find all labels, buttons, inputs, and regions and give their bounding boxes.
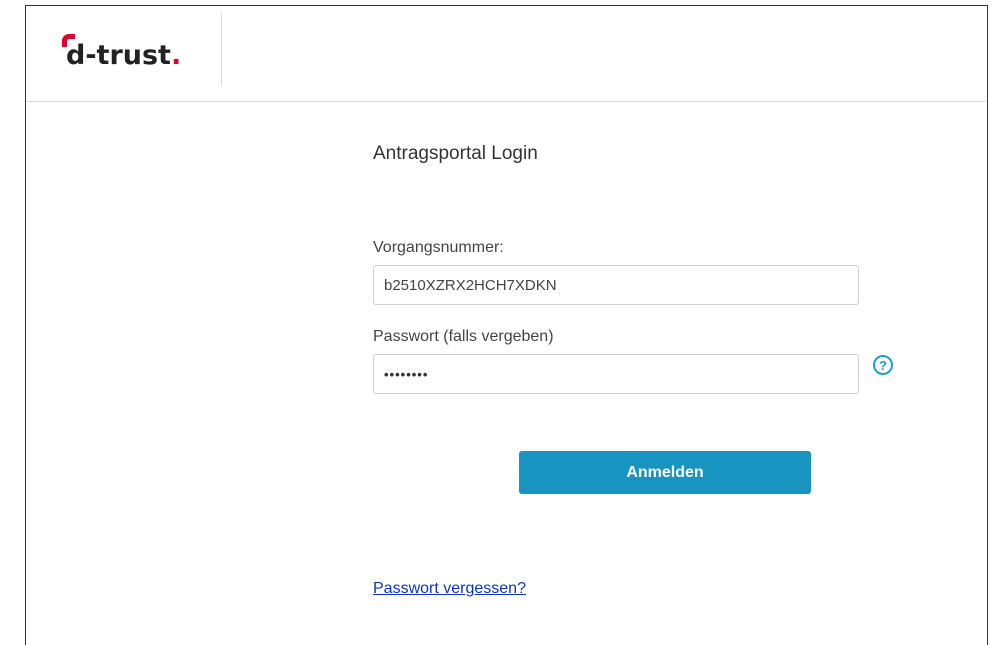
case-number-value: b2510XZRX2HCH7XDKN — [384, 276, 557, 294]
password-value: •••••••• — [384, 366, 429, 382]
login-button[interactable]: Anmelden — [519, 451, 811, 494]
forgot-password-link[interactable]: Passwort vergessen? — [373, 580, 526, 598]
page-title: Antragsportal Login — [373, 143, 538, 164]
help-icon[interactable]: ? — [873, 355, 893, 375]
logo-text: d-trust. — [66, 40, 182, 71]
password-label: Passwort (falls vergeben) — [373, 328, 554, 345]
header: d-trust. — [26, 6, 986, 102]
header-divider — [221, 13, 222, 86]
password-input[interactable]: •••••••• — [373, 354, 859, 394]
case-number-label: Vorgangsnummer: — [373, 239, 504, 256]
case-number-input[interactable]: b2510XZRX2HCH7XDKN — [373, 265, 859, 305]
d-trust-logo[interactable]: d-trust. — [62, 32, 232, 82]
